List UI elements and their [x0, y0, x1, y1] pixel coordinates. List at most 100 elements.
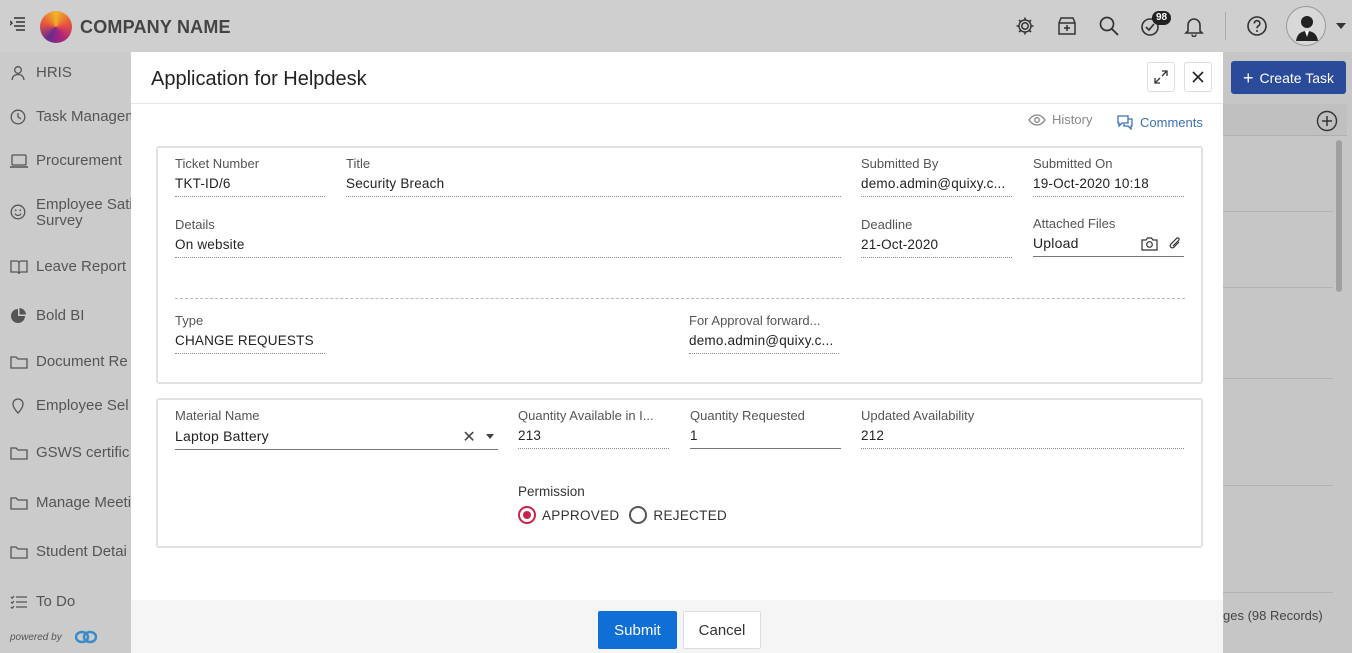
approval-forward-field: For Approval forward... demo.admin@quixy…	[689, 313, 839, 354]
title-value: Security Breach	[346, 176, 841, 197]
ticket-number-value: TKT-ID/6	[175, 176, 325, 197]
powered-by-label: powered by	[10, 632, 62, 643]
sidebar-item-procurement[interactable]: Procurement	[0, 153, 131, 169]
upload-input[interactable]: Upload	[1033, 235, 1184, 257]
menu-toggle-icon[interactable]	[10, 17, 26, 31]
checklist-icon	[0, 594, 36, 610]
sidebar-item-label: Bold BI	[36, 308, 85, 324]
sidebar-item-student-details[interactable]: Student Detai	[0, 544, 131, 560]
modal-header-divider	[131, 103, 1223, 104]
details-field: Details On website	[175, 217, 841, 258]
field-label: Deadline	[861, 217, 913, 232]
paperclip-icon[interactable]	[1168, 236, 1182, 251]
pie-icon	[0, 308, 36, 324]
sidebar-item-manage-meetings[interactable]: Manage Meeti	[0, 495, 131, 511]
title-field: Title Security Breach	[346, 156, 841, 197]
history-link[interactable]: History	[1028, 112, 1092, 127]
create-task-button[interactable]: + Create Task	[1231, 61, 1346, 94]
field-label: Submitted By	[861, 156, 939, 171]
type-value: CHANGE REQUESTS	[175, 333, 325, 354]
folder-icon	[0, 544, 36, 560]
row-divider	[1223, 378, 1333, 379]
sidebar-item-leave-report[interactable]: Leave Report	[0, 259, 131, 275]
field-label: Ticket Number	[175, 156, 260, 171]
smiley-icon	[0, 197, 36, 220]
radio-rejected[interactable]	[629, 506, 648, 524]
sidebar-item-label: Task Managem	[36, 109, 131, 125]
sidebar-item-employee-self[interactable]: Employee Sel	[0, 398, 131, 414]
user-icon	[0, 65, 36, 81]
expand-button[interactable]	[1147, 62, 1175, 92]
sidebar-item-employee-satisfaction[interactable]: Employee Sati Survey	[0, 197, 131, 229]
row-divider	[1223, 485, 1333, 486]
sidebar-item-label: Document Re	[36, 354, 128, 370]
folder-icon	[0, 445, 36, 461]
material-name-select[interactable]: Laptop Battery ✕	[175, 428, 498, 450]
radio-approved[interactable]	[518, 506, 536, 524]
material-name-value: Laptop Battery	[175, 428, 269, 444]
sidebar-item-label: HRIS	[36, 65, 72, 81]
sidebar-item-task-management[interactable]: Task Managem	[0, 109, 131, 125]
sidebar-item-hris[interactable]: HRIS	[0, 65, 131, 81]
cancel-button[interactable]: Cancel	[683, 611, 761, 649]
sidebar-item-bold-bi[interactable]: Bold BI	[0, 308, 131, 324]
help-icon[interactable]	[1246, 15, 1268, 37]
folder-icon	[0, 354, 36, 370]
quixy-logo-icon	[75, 630, 97, 644]
quantity-available-field: Quantity Available in I... 213	[518, 408, 669, 449]
submitted-by-value: demo.admin@quixy.c...	[861, 176, 1012, 197]
row-divider	[1223, 592, 1333, 593]
field-label: For Approval forward...	[689, 313, 821, 328]
sidebar-item-label: Employee Sati	[36, 197, 131, 213]
material-name-field: Material Name Laptop Battery ✕	[175, 408, 498, 450]
submit-button[interactable]: Submit	[598, 611, 677, 649]
sidebar-item-label: Employee Sel	[36, 398, 129, 414]
field-label: Type	[175, 313, 204, 328]
user-avatar[interactable]	[1286, 6, 1326, 46]
quantity-requested-input[interactable]: 1	[690, 428, 841, 449]
field-label: Attached Files	[1033, 216, 1116, 231]
book-icon	[0, 259, 36, 275]
dropdown-caret-icon[interactable]	[486, 434, 494, 439]
records-count: ges (98 Records)	[1223, 608, 1323, 623]
helpdesk-modal: Application for Helpdesk History Comment…	[131, 52, 1223, 653]
upload-label: Upload	[1033, 235, 1079, 251]
sidebar-item-gsws-certificate[interactable]: GSWS certific	[0, 445, 131, 461]
toolbar-divider	[1225, 12, 1226, 40]
search-icon[interactable]	[1098, 15, 1120, 37]
settings-icon[interactable]	[1014, 15, 1036, 37]
comments-link[interactable]: Comments	[1116, 114, 1203, 130]
sidebar-item-label: Student Detai	[36, 544, 127, 560]
comments-icon	[1116, 114, 1134, 130]
scrollbar-thumb[interactable]	[1336, 140, 1342, 292]
type-field: Type CHANGE REQUESTS	[175, 313, 325, 354]
quantity-requested-field: Quantity Requested 1	[690, 408, 841, 449]
camera-icon[interactable]	[1141, 236, 1158, 251]
company-logo	[40, 11, 72, 43]
details-value: On website	[175, 237, 841, 258]
location-icon	[0, 398, 36, 414]
folder-icon	[0, 495, 36, 511]
laptop-icon	[0, 153, 36, 169]
permission-radio-group: APPROVED REJECTED	[518, 506, 727, 524]
permission-field: Permission	[518, 484, 585, 499]
field-label: Title	[346, 156, 371, 171]
bell-icon[interactable]	[1183, 15, 1205, 37]
add-circle-icon[interactable]	[1316, 110, 1338, 132]
chevron-down-icon[interactable]	[1336, 23, 1346, 29]
radio-rejected-label[interactable]: REJECTED	[653, 508, 727, 523]
sidebar-item-label-line2: Survey	[36, 212, 83, 229]
sidebar-item-to-do[interactable]: To Do	[0, 594, 131, 610]
ticket-details-card: Ticket Number TKT-ID/6 Title Security Br…	[156, 146, 1203, 384]
sidebar-item-document-request[interactable]: Document Re	[0, 354, 131, 370]
sidebar-item-label: Manage Meeti	[36, 495, 131, 511]
close-icon	[1192, 71, 1204, 83]
radio-approved-label[interactable]: APPROVED	[542, 508, 619, 523]
close-button[interactable]	[1184, 62, 1212, 92]
updated-availability-value: 212	[861, 428, 1184, 449]
store-icon[interactable]	[1056, 15, 1078, 37]
submitted-by-field: Submitted By demo.admin@quixy.c...	[861, 156, 1012, 197]
submitted-on-value: 19-Oct-2020 10:18	[1033, 176, 1184, 197]
section-divider	[175, 298, 1185, 299]
clear-icon[interactable]: ✕	[462, 428, 476, 447]
